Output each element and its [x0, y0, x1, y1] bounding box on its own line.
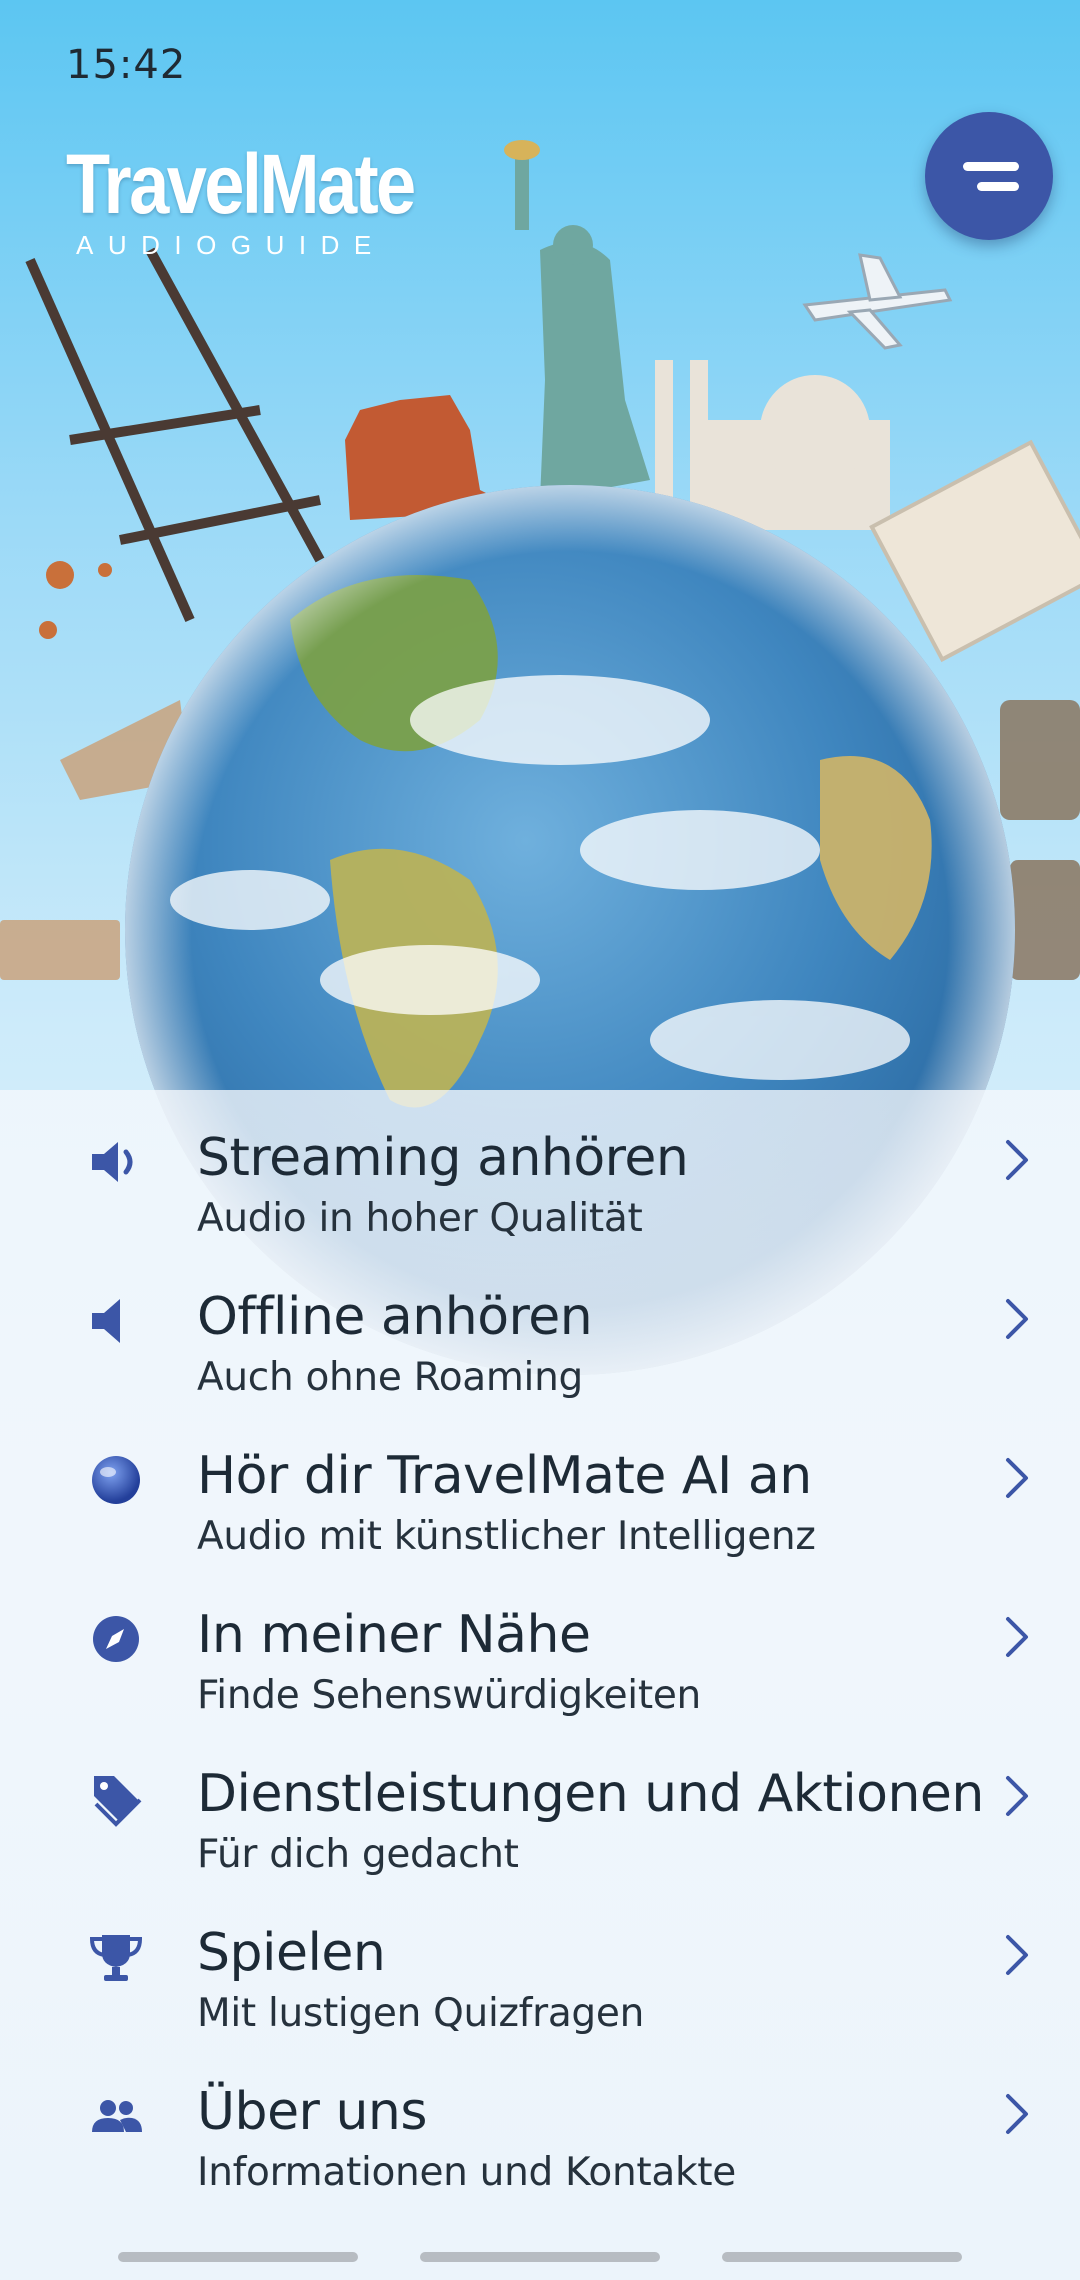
compass-icon [84, 1607, 148, 1671]
nav-recents-pill[interactable] [722, 2252, 962, 2262]
main-menu: Streaming anhören Audio in hoher Qualitä… [0, 1090, 1080, 2280]
speaker-icon [84, 1289, 148, 1353]
chevron-right-icon [1002, 2090, 1032, 2138]
logo-title: TravelMate [66, 137, 416, 231]
chevron-right-icon [1002, 1613, 1032, 1661]
menu-lines-icon-bar [977, 182, 1019, 191]
menu-item-title: Hör dir TravelMate AI an [197, 1446, 812, 1506]
menu-item-subtitle: Audio in hoher Qualität [197, 1196, 643, 1241]
menu-item-subtitle: Mit lustigen Quizfragen [197, 1991, 644, 2036]
menu-item-subtitle: Informationen und Kontakte [197, 2150, 736, 2195]
globe-icon [84, 1448, 148, 1512]
nav-home-pill[interactable] [420, 2252, 660, 2262]
status-time: 15:42 [66, 42, 187, 88]
menu-item-title: Streaming anhören [197, 1128, 689, 1188]
logo-subtitle: AUDIOGUIDE [76, 230, 386, 260]
chevron-right-icon [1002, 1772, 1032, 1820]
menu-lines-icon [963, 162, 1019, 171]
menu-item-play[interactable]: Spielen Mit lustigen Quizfragen [0, 1885, 1080, 2044]
menu-item-ai[interactable]: Hör dir TravelMate AI an Audio mit künst… [0, 1408, 1080, 1567]
speaker-loud-icon [84, 1130, 148, 1194]
menu-item-title: Spielen [197, 1923, 386, 1983]
trophy-icon [84, 1925, 148, 1989]
chevron-right-icon [1002, 1295, 1032, 1343]
menu-item-title: In meiner Nähe [197, 1605, 591, 1665]
menu-item-subtitle: Auch ohne Roaming [197, 1355, 583, 1400]
menu-button[interactable] [925, 112, 1053, 240]
menu-item-title: Über uns [197, 2082, 427, 2142]
people-icon [84, 2084, 148, 2148]
app-logo: TravelMate AUDIOGUIDE [66, 137, 416, 261]
nav-back-pill[interactable] [118, 2252, 358, 2262]
menu-item-offline[interactable]: Offline anhören Auch ohne Roaming [0, 1249, 1080, 1408]
menu-item-subtitle: Audio mit künstlicher Intelligenz [197, 1514, 816, 1559]
menu-item-nearby[interactable]: In meiner Nähe Finde Sehenswürdigkeiten [0, 1567, 1080, 1726]
home-screen: 15:42 TravelMate AUDIOGUIDE Streaming an… [0, 0, 1080, 2280]
menu-item-title: Dienstleistungen und Aktionen [197, 1764, 984, 1824]
chevron-right-icon [1002, 1454, 1032, 1502]
chevron-right-icon [1002, 1931, 1032, 1979]
menu-item-about[interactable]: Über uns Informationen und Kontakte [0, 2044, 1080, 2203]
chevron-right-icon [1002, 1136, 1032, 1184]
menu-item-title: Offline anhören [197, 1287, 593, 1347]
menu-item-subtitle: Für dich gedacht [197, 1832, 519, 1877]
tag-icon [84, 1766, 148, 1830]
menu-item-subtitle: Finde Sehenswürdigkeiten [197, 1673, 701, 1718]
menu-item-streaming[interactable]: Streaming anhören Audio in hoher Qualitä… [0, 1090, 1080, 1249]
menu-item-services[interactable]: Dienstleistungen und Aktionen Für dich g… [0, 1726, 1080, 1885]
